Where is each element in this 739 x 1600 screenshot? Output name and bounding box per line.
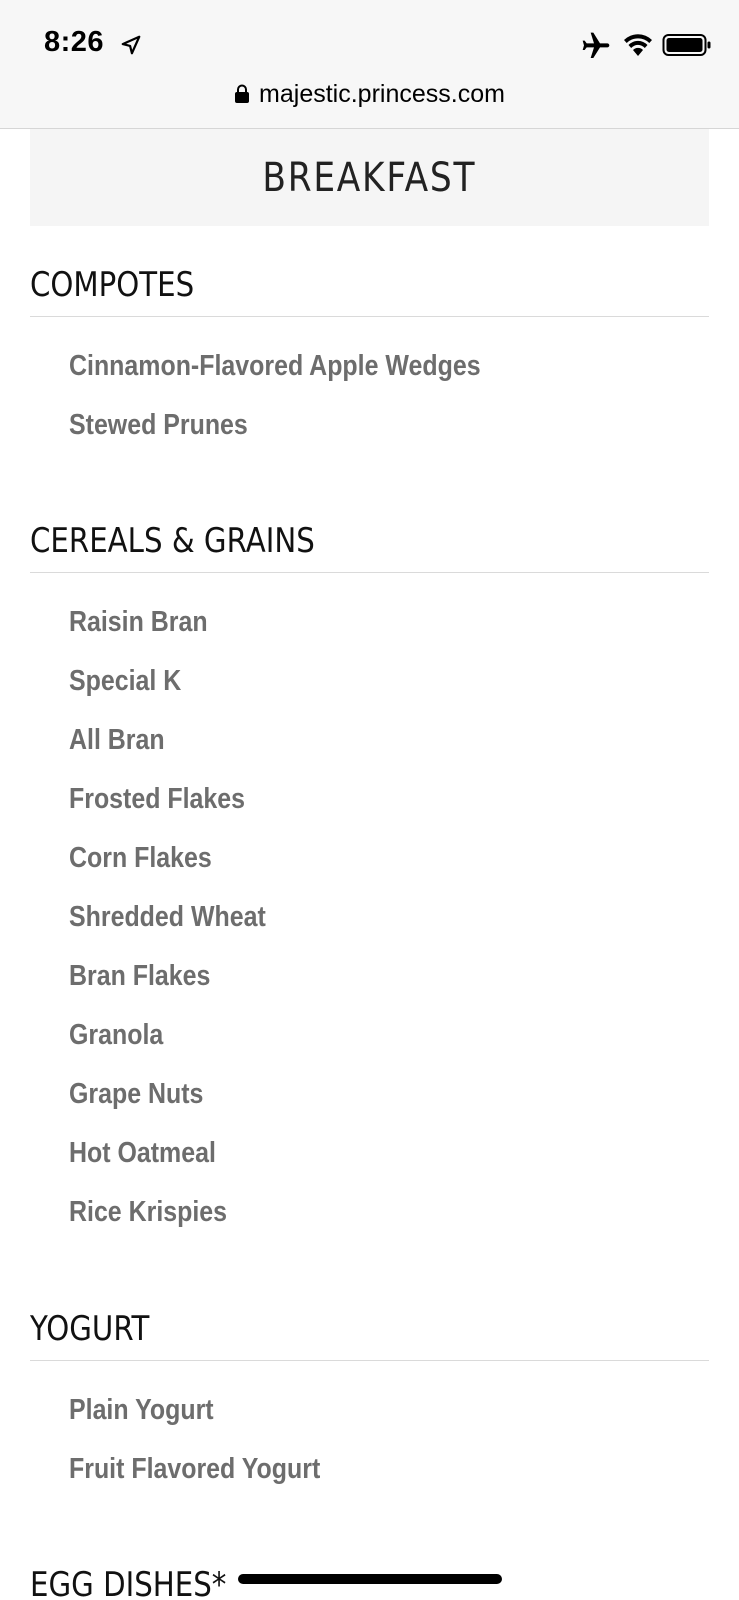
section-title: YOGURT — [30, 1309, 709, 1361]
meal-title: BREAKFAST — [262, 154, 477, 201]
status-time: 8:26 — [44, 26, 105, 58]
airplane-icon — [582, 32, 610, 58]
list-item: Special K — [69, 665, 182, 697]
url-text: majestic.princess.com — [259, 79, 505, 108]
section-compotes: COMPOTES Cinnamon-Flavored Apple Wedges … — [30, 265, 709, 463]
status-bar: 8:26 majestic.princess.com — [0, 0, 739, 129]
item-list: Plain Yogurt Fruit Flavored Yogurt — [30, 1361, 709, 1507]
address-bar[interactable]: majestic.princess.com — [0, 74, 739, 114]
list-item: Hot Oatmeal — [69, 1137, 216, 1169]
section-yogurt: YOGURT Plain Yogurt Fruit Flavored Yogur… — [30, 1309, 709, 1507]
list-item: Granola — [69, 1019, 164, 1051]
list-item: Plain Yogurt — [69, 1394, 214, 1426]
list-item: Rice Krispies — [69, 1196, 228, 1228]
home-indicator[interactable] — [238, 1574, 502, 1584]
list-item: Grape Nuts — [69, 1078, 204, 1110]
item-list: Raisin Bran Special K All Bran Frosted F… — [30, 573, 709, 1250]
list-item: Stewed Prunes — [69, 409, 248, 441]
menu-page: BREAKFAST COMPOTES Cinnamon-Flavored App… — [0, 129, 739, 1600]
wifi-icon — [624, 34, 652, 56]
list-item: Bran Flakes — [69, 960, 211, 992]
list-item: Cinnamon-Flavored Apple Wedges — [69, 350, 481, 382]
meal-header: BREAKFAST — [30, 129, 709, 226]
list-item: Shredded Wheat — [69, 901, 266, 933]
item-list: Cinnamon-Flavored Apple Wedges Stewed Pr… — [30, 317, 709, 463]
list-item: Frosted Flakes — [69, 783, 246, 815]
section-title: CEREALS & GRAINS — [30, 521, 709, 573]
list-item: Fruit Flavored Yogurt — [69, 1453, 321, 1485]
list-item: Corn Flakes — [69, 842, 212, 874]
list-item: Raisin Bran — [69, 606, 208, 638]
battery-icon — [662, 34, 711, 56]
section-cereals-grains: CEREALS & GRAINS Raisin Bran Special K A… — [30, 521, 709, 1250]
list-item: All Bran — [69, 724, 165, 756]
lock-icon — [235, 84, 250, 103]
location-arrow-icon — [121, 35, 141, 55]
section-title: COMPOTES — [30, 265, 709, 317]
